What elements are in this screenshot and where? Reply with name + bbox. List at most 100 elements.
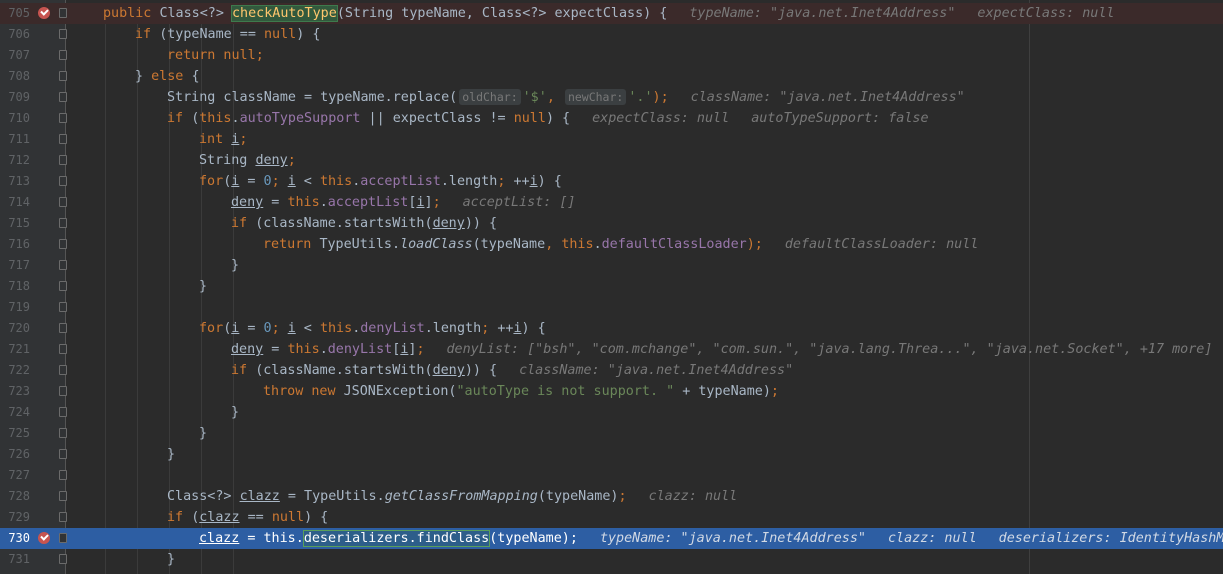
code-text[interactable]: return TypeUtils.loadClass(typeName, thi…: [263, 234, 978, 255]
line-number[interactable]: 727: [0, 465, 30, 486]
fold-marker-icon[interactable]: [59, 218, 67, 228]
code-line[interactable]: 726}: [0, 444, 1223, 465]
code-line[interactable]: 718}: [0, 276, 1223, 297]
line-number[interactable]: 709: [0, 87, 30, 108]
code-line[interactable]: 717}: [0, 255, 1223, 276]
code-text[interactable]: if (className.startsWith(deny)) {classNa…: [231, 360, 793, 381]
fold-marker-icon[interactable]: [59, 50, 67, 60]
code-line[interactable]: 711 int i;: [0, 129, 1223, 150]
fold-marker-icon[interactable]: [59, 449, 67, 459]
code-line[interactable]: 720 for(i = 0; i < this.denyList.length; …: [0, 318, 1223, 339]
fold-marker-icon[interactable]: [59, 155, 67, 165]
code-line[interactable]: 723 throw new JSONException("autoType is …: [0, 381, 1223, 402]
code-line[interactable]: 709 String className = typeName.replace(o…: [0, 87, 1223, 108]
code-line[interactable]: 713 for(i = 0; i < this.acceptList.length…: [0, 171, 1223, 192]
line-number[interactable]: 719: [0, 297, 30, 318]
code-line[interactable]: 731}: [0, 549, 1223, 570]
line-number[interactable]: 714: [0, 192, 30, 213]
fold-marker-icon[interactable]: [59, 92, 67, 102]
line-number[interactable]: 723: [0, 381, 30, 402]
fold-marker-icon[interactable]: [59, 491, 67, 501]
line-number[interactable]: 728: [0, 486, 30, 507]
code-text[interactable]: for(i = 0; i < this.denyList.length; ++i…: [199, 318, 546, 339]
code-text[interactable]: }: [167, 444, 175, 465]
fold-marker-icon[interactable]: [59, 386, 67, 396]
line-number[interactable]: 716: [0, 234, 30, 255]
fold-marker-icon[interactable]: [59, 533, 67, 543]
line-number[interactable]: 722: [0, 360, 30, 381]
code-line[interactable]: 729 if (clazz == null) {: [0, 507, 1223, 528]
line-number[interactable]: 715: [0, 213, 30, 234]
fold-marker-icon[interactable]: [59, 176, 67, 186]
line-number[interactable]: 724: [0, 402, 30, 423]
breakpoint-icon[interactable]: [38, 532, 50, 544]
fold-marker-icon[interactable]: [59, 428, 67, 438]
line-number[interactable]: 730: [0, 528, 30, 549]
code-line[interactable]: 712 String deny;: [0, 150, 1223, 171]
fold-marker-icon[interactable]: [59, 71, 67, 81]
code-text[interactable]: public Class<?> checkAutoType(String typ…: [103, 3, 1114, 24]
code-text[interactable]: int i;: [199, 129, 247, 150]
fold-marker-icon[interactable]: [59, 365, 67, 375]
line-number[interactable]: 711: [0, 129, 30, 150]
line-number[interactable]: 725: [0, 423, 30, 444]
code-line[interactable]: 721 deny = this.denyList[i]; denyList: ["b…: [0, 339, 1223, 360]
code-text[interactable]: for(i = 0; i < this.acceptList.length; +…: [199, 171, 562, 192]
line-number[interactable]: 706: [0, 24, 30, 45]
line-number[interactable]: 718: [0, 276, 30, 297]
line-number[interactable]: 721: [0, 339, 30, 360]
code-text[interactable]: Class<?> clazz = TypeUtils.getClassFromM…: [167, 486, 737, 507]
code-text[interactable]: throw new JSONException("autoType is not…: [263, 381, 779, 402]
code-text[interactable]: if (className.startsWith(deny)) {: [231, 213, 497, 234]
code-text[interactable]: }: [199, 276, 207, 297]
code-line[interactable]: 706 if (typeName == null) {: [0, 24, 1223, 45]
code-text[interactable]: }: [167, 549, 175, 570]
code-line[interactable]: 727: [0, 465, 1223, 486]
code-text[interactable]: clazz = this.deserializers.findClass(typ…: [199, 528, 1223, 549]
line-number[interactable]: 707: [0, 45, 30, 66]
fold-marker-icon[interactable]: [59, 407, 67, 417]
code-line[interactable]: 716 return TypeUtils.loadClass(typeName, …: [0, 234, 1223, 255]
code-line[interactable]: 722 if (className.startsWith(deny)) {clas…: [0, 360, 1223, 381]
code-text[interactable]: return null;: [167, 45, 264, 66]
code-text[interactable]: }: [231, 255, 239, 276]
execution-line[interactable]: 730 clazz = this.deserializers.findClass(…: [0, 528, 1223, 549]
line-number[interactable]: 726: [0, 444, 30, 465]
fold-marker-icon[interactable]: [59, 197, 67, 207]
fold-marker-icon[interactable]: [59, 554, 67, 564]
fold-marker-icon[interactable]: [59, 260, 67, 270]
code-line[interactable]: 725}: [0, 423, 1223, 444]
breakpoint-icon[interactable]: [38, 7, 50, 19]
code-text[interactable]: String deny;: [199, 150, 296, 171]
code-line[interactable]: 724}: [0, 402, 1223, 423]
line-number[interactable]: 731: [0, 549, 30, 570]
code-text[interactable]: if (clazz == null) {: [167, 507, 328, 528]
code-line[interactable]: 710 if (this.autoTypeSupport || expectCla…: [0, 108, 1223, 129]
code-line[interactable]: 728 Class<?> clazz = TypeUtils.getClassFr…: [0, 486, 1223, 507]
code-line[interactable]: 719: [0, 297, 1223, 318]
code-line[interactable]: 715 if (className.startsWith(deny)) {: [0, 213, 1223, 234]
code-line[interactable]: 705 public Class<?> checkAutoType(String …: [0, 3, 1223, 24]
fold-marker-icon[interactable]: [59, 29, 67, 39]
line-number[interactable]: 717: [0, 255, 30, 276]
code-text[interactable]: if (this.autoTypeSupport || expectClass …: [167, 108, 929, 129]
fold-marker-icon[interactable]: [59, 323, 67, 333]
fold-marker-icon[interactable]: [59, 134, 67, 144]
line-number[interactable]: 712: [0, 150, 30, 171]
fold-marker-icon[interactable]: [59, 113, 67, 123]
code-line[interactable]: 714 deny = this.acceptList[i]; acceptList:…: [0, 192, 1223, 213]
code-text[interactable]: }: [231, 402, 239, 423]
line-number[interactable]: 729: [0, 507, 30, 528]
fold-marker-icon[interactable]: [59, 512, 67, 522]
code-text[interactable]: if (typeName == null) {: [135, 24, 320, 45]
fold-marker-icon[interactable]: [59, 239, 67, 249]
line-number[interactable]: 713: [0, 171, 30, 192]
line-number[interactable]: 705: [0, 3, 30, 24]
fold-marker-icon[interactable]: [59, 344, 67, 354]
code-line[interactable]: 707 return null;: [0, 45, 1223, 66]
code-text[interactable]: deny = this.denyList[i]; denyList: ["bsh"…: [231, 339, 1212, 360]
code-text[interactable]: String className = typeName.replace(oldC…: [167, 87, 965, 108]
code-line[interactable]: 708} else {: [0, 66, 1223, 87]
code-text[interactable]: } else {: [135, 66, 200, 87]
fold-marker-icon[interactable]: [59, 281, 67, 291]
